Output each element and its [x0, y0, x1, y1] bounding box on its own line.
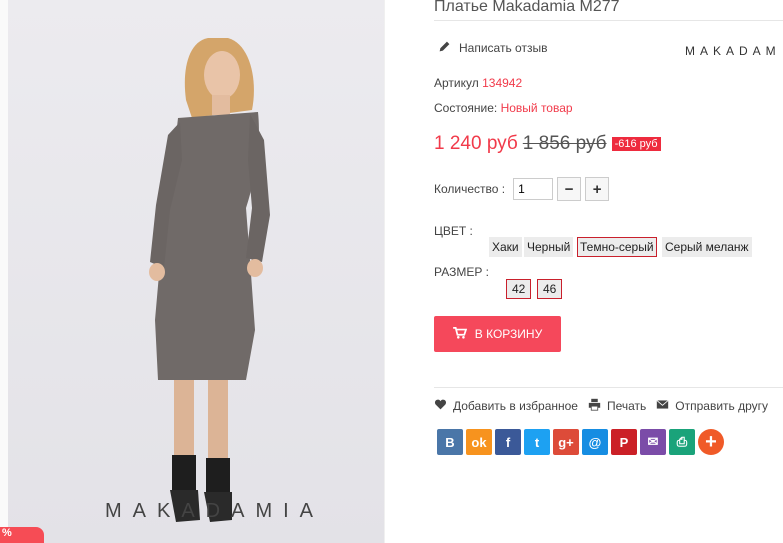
sale-badge: % [0, 527, 44, 543]
write-review-label: Написать отзыв [459, 41, 548, 55]
product-actions: Добавить в избранное Печать Отправить др… [434, 398, 768, 414]
current-price: 1 240 руб [434, 133, 518, 154]
add-to-cart-button[interactable]: В КОРЗИНУ [434, 316, 561, 352]
size-option-46[interactable]: 46 [537, 279, 563, 299]
odnoklassniki-icon[interactable]: ok [466, 429, 492, 455]
old-price: 1 856 руб [522, 133, 607, 154]
send-to-friend-link[interactable]: Отправить другу [656, 398, 768, 414]
mail-ru-icon[interactable]: @ [582, 429, 608, 455]
quantity-decrease-button[interactable]: − [557, 177, 582, 201]
product-title: Платье Makadamia M277 [434, 0, 620, 15]
size-option-42[interactable]: 42 [506, 279, 532, 299]
title-divider [434, 20, 783, 21]
color-option-grey-melange[interactable]: Серый меланж [662, 237, 752, 257]
email-icon[interactable]: ✉ [640, 429, 666, 455]
product-photo[interactable]: MAKADAMIA % [0, 0, 384, 543]
add-to-favorites-link[interactable]: Добавить в избранное [434, 398, 578, 414]
social-share-bar: В ok f t g+ @ P ✉ ⎙ + [437, 429, 724, 455]
pencil-icon [438, 40, 451, 56]
add-to-cart-label: В КОРЗИНУ [474, 327, 543, 341]
actions-divider [434, 387, 783, 388]
pinterest-icon[interactable]: P [611, 429, 637, 455]
print-link[interactable]: Печать [588, 398, 646, 414]
color-label: ЦВЕТ : [434, 224, 473, 238]
cart-icon [452, 326, 467, 342]
vk-icon[interactable]: В [437, 429, 463, 455]
color-option-dark-grey[interactable]: Темно-серый [577, 237, 657, 257]
envelope-icon [656, 398, 669, 414]
price-block: 1 240 руб 1 856 руб -616 руб [434, 133, 661, 155]
photo-watermark: MAKADAMIA [105, 500, 325, 522]
facebook-icon[interactable]: f [495, 429, 521, 455]
quantity-increase-button[interactable]: + [585, 177, 610, 201]
quantity-input[interactable] [513, 178, 554, 200]
brand-logo[interactable]: MAKADAM [685, 44, 781, 58]
model-illustration [149, 38, 270, 522]
size-label: РАЗМЕР : [434, 265, 489, 279]
article-row: Артикул 134942 [434, 76, 522, 90]
print-icon[interactable]: ⎙ [669, 429, 695, 455]
color-option-black[interactable]: Черный [524, 237, 574, 257]
quantity-row: Количество : − + [434, 177, 610, 201]
quantity-label: Количество : [434, 182, 506, 196]
minus-icon: − [564, 180, 574, 198]
heart-icon [434, 398, 447, 414]
condition-value: Новый товар [500, 101, 573, 115]
more-icon[interactable]: + [698, 429, 724, 455]
twitter-icon[interactable]: t [524, 429, 550, 455]
condition-label: Состояние: [434, 101, 498, 115]
add-to-favorites-label: Добавить в избранное [453, 399, 578, 413]
color-option-khaki[interactable]: Хаки [489, 237, 522, 257]
print-label: Печать [606, 399, 647, 413]
send-to-friend-label: Отправить другу [675, 399, 769, 413]
discount-badge: -616 руб [611, 137, 661, 151]
article-value: 134942 [482, 76, 523, 90]
article-label: Артикул [434, 76, 479, 90]
google-plus-icon[interactable]: g+ [553, 429, 579, 455]
condition-row: Состояние: Новый товар [434, 101, 573, 115]
write-review-link[interactable]: Написать отзыв [438, 40, 547, 56]
printer-icon [588, 398, 601, 414]
column-divider [384, 0, 385, 543]
plus-icon: + [592, 180, 602, 198]
